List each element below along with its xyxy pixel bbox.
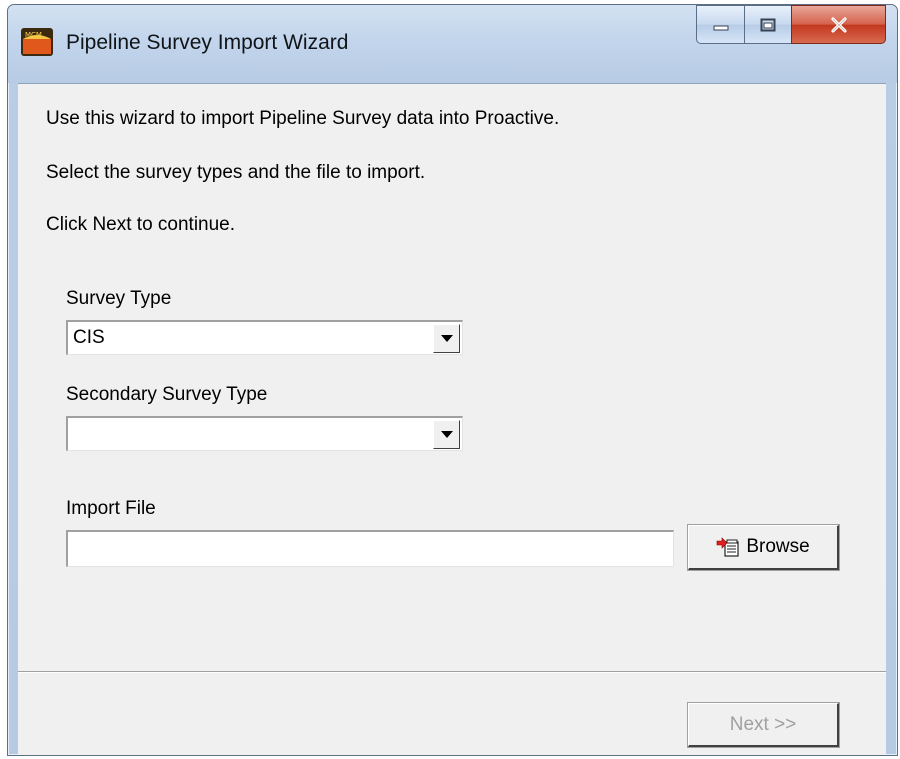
survey-type-dropdown-button[interactable] [433,324,460,353]
survey-type-label: Survey Type [66,288,172,309]
title-bar[interactable]: MCM Pipeline Survey Import Wizard [8,5,897,83]
import-file-input[interactable] [66,530,674,567]
chevron-down-icon [440,431,453,438]
close-icon [830,16,847,33]
secondary-survey-type-label: Secondary Survey Type [66,384,268,405]
survey-type-value: CIS [73,327,105,348]
footer-separator [18,671,886,673]
intro-line-3: Click Next to continue. [46,214,236,235]
wizard-body: Use this wizard to import Pipeline Surve… [18,83,886,755]
svg-text:MCM: MCM [25,31,42,39]
intro-line-1: Use this wizard to import Pipeline Surve… [46,108,560,129]
import-file-label: Import File [66,498,156,519]
intro-line-2: Select the survey types and the file to … [46,162,426,183]
browse-button[interactable]: Browse [687,524,840,571]
maximize-icon [760,18,776,31]
close-button[interactable] [791,5,886,44]
browse-button-label: Browse [746,536,810,557]
window-title: Pipeline Survey Import Wizard [66,31,349,54]
next-button-label: Next >> [729,713,797,735]
survey-type-select[interactable]: CIS [66,320,463,355]
secondary-survey-type-dropdown-button[interactable] [433,420,460,449]
secondary-survey-type-select[interactable] [66,416,463,451]
next-button[interactable]: Next >> [687,702,840,748]
minimize-icon [713,25,728,30]
wizard-window: MCM Pipeline Survey Import Wizard Use th… [7,4,898,756]
chevron-down-icon [440,335,453,342]
minimize-button[interactable] [696,5,745,44]
browse-file-icon [717,537,739,557]
maximize-button[interactable] [744,5,792,44]
mcm-app-icon: MCM [21,28,53,56]
